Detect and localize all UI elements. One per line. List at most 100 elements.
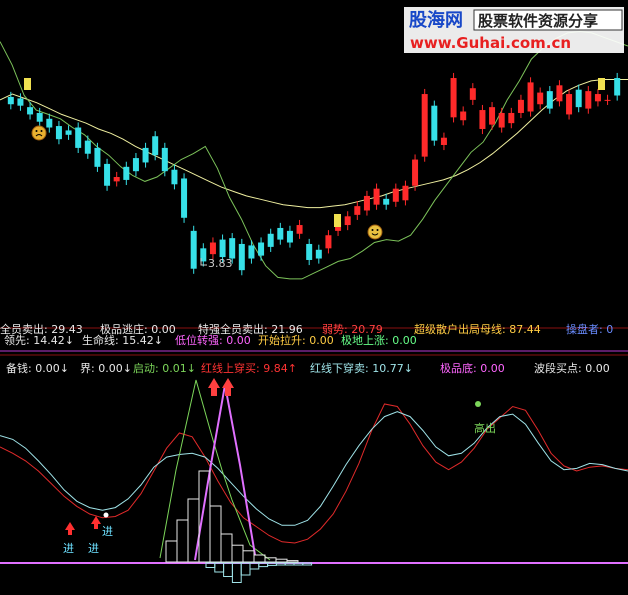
candle-body	[594, 94, 601, 102]
candle-body	[7, 96, 14, 105]
candle-body	[181, 178, 188, 218]
histogram-neg-bar	[214, 562, 225, 573]
candle-body	[373, 188, 380, 205]
histogram-bar	[209, 505, 222, 563]
moving-average-lines	[0, 30, 628, 544]
histogram-bar	[220, 533, 233, 563]
candle-body	[248, 245, 255, 259]
candle-body	[55, 126, 62, 140]
candle-body	[469, 88, 476, 100]
sad-face-icon	[31, 125, 47, 141]
candle-body	[344, 216, 351, 226]
candle-body	[489, 107, 496, 125]
candle-body	[479, 110, 486, 129]
candle-body	[460, 111, 467, 121]
histogram-bar	[275, 558, 288, 563]
histogram-neg-bar	[231, 562, 242, 583]
candle-body	[508, 112, 515, 124]
clipped-label: 操盘者: 0	[566, 322, 613, 336]
ind-red-up-buy: 红线上穿买: 9.84↑	[201, 361, 297, 375]
candle-body	[604, 99, 611, 101]
ind-launch: 启动: 0.01↓	[133, 362, 196, 375]
candle-body	[402, 185, 409, 201]
candle-body	[113, 177, 120, 182]
histogram-bar	[187, 498, 200, 563]
low-price-label: 3.83	[208, 257, 233, 270]
histogram-neg-bar	[223, 562, 233, 577]
ind-red-down-sell: 红线下穿卖: 10.77↓	[310, 361, 413, 375]
candle-body	[546, 91, 553, 109]
ind-extreme-bottom: 极品底: 0.00	[440, 361, 505, 375]
candle-body	[123, 166, 130, 180]
buy-label: 进	[63, 542, 74, 555]
candle-body	[431, 105, 438, 141]
spike-up-arrow-icon	[208, 378, 220, 396]
sell-dot	[475, 401, 481, 407]
candle-body	[392, 188, 399, 202]
candle-body	[315, 249, 322, 259]
candle-body	[17, 98, 24, 106]
smiley-face-icon	[367, 224, 383, 240]
candle-body	[566, 94, 573, 115]
clipped-label: 超级散户出局母线: 87.44	[414, 322, 541, 336]
histogram-bar	[242, 550, 255, 563]
candle-body	[517, 99, 524, 113]
candle-body	[498, 112, 505, 128]
histogram-bar	[253, 554, 266, 563]
stock-chart: 3.83 全员卖出: 29.43 极品逃庄: 0.00 特强全员卖出: 21.9…	[0, 7, 628, 583]
candle-body	[27, 107, 34, 115]
buy-arrow-icon	[91, 516, 101, 529]
candle-body	[296, 225, 303, 234]
candle-body	[421, 94, 428, 157]
candle-body	[84, 140, 91, 154]
ind-wave-buy: 波段买点: 0.00	[534, 361, 610, 375]
ind-reserve: 备钱: 0.00↓	[6, 361, 69, 375]
candle-body	[306, 243, 313, 260]
buy-dot	[103, 512, 109, 518]
histogram-neg-bar	[240, 562, 251, 576]
watermark-url: www.Guhai.com.cn	[410, 34, 571, 52]
candle-body	[277, 227, 284, 240]
candle-body	[258, 242, 265, 256]
info-low-turn: 低位转强: 0.00	[175, 333, 251, 347]
candle-body	[286, 230, 293, 243]
candle-body	[171, 169, 178, 185]
candle-body	[585, 91, 592, 109]
buy-label: 进	[88, 542, 99, 555]
candle-body	[556, 85, 563, 102]
watermark-tagline: 股票软件资源分享	[478, 12, 598, 30]
info-lifeline: 生命线: 15.42↓	[82, 333, 163, 347]
histogram-neg-bar	[267, 562, 277, 566]
candle-body	[527, 82, 534, 112]
green-band-line	[0, 30, 628, 280]
candle-body	[363, 195, 370, 211]
sell-label: 高出	[474, 421, 496, 435]
candle-body	[383, 198, 390, 205]
watermark-logo: 股海网	[408, 9, 463, 31]
candle-body	[36, 112, 43, 122]
candle-body	[46, 118, 53, 128]
candle-body	[142, 147, 149, 163]
candle-body	[354, 206, 361, 215]
candle-body	[190, 230, 197, 269]
candle-body	[238, 243, 245, 271]
yellow-marker-right	[598, 78, 605, 90]
candle-body	[450, 78, 457, 118]
yellow-marker-left	[24, 78, 31, 90]
buy-label: 进	[102, 525, 113, 538]
candle-body	[209, 242, 216, 255]
candle-body	[267, 233, 274, 247]
info-leader: 领先: 14.42↓	[4, 334, 74, 347]
candle-body	[219, 239, 226, 258]
candle-body	[104, 163, 111, 186]
histogram-bar	[231, 544, 244, 563]
candle-body	[94, 147, 101, 167]
histogram-bar	[165, 540, 178, 563]
candle-body	[229, 238, 236, 259]
candle-body	[537, 92, 544, 105]
candle-body	[152, 136, 159, 156]
buy-arrow-icon	[65, 522, 75, 535]
info-polar-rise: 极地上涨: 0.00	[341, 333, 417, 347]
candle-body	[614, 78, 621, 96]
histogram-bar	[264, 557, 277, 563]
